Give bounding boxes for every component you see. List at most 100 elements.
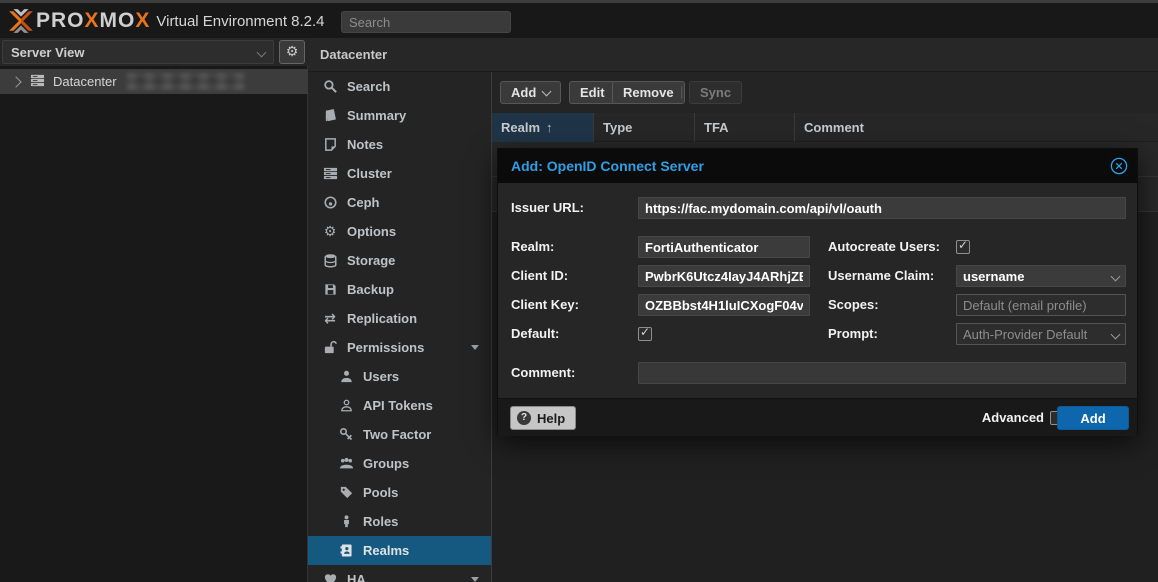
prompt-label: Prompt: [828,323,878,345]
remove-button[interactable]: Remove [612,81,685,104]
realms-table-header: Realm ↑ Type TFA Comment [492,113,1158,142]
replication-arrows-icon: ⇄ [322,311,338,327]
page-title: Datacenter [320,47,387,62]
dialog-title: Add: OpenID Connect Server [511,158,704,174]
scopes-input[interactable] [956,294,1126,316]
notes-icon [322,137,338,153]
autocreate-users-label: Autocreate Users: [828,236,940,258]
ceph-icon [322,195,338,211]
help-button[interactable]: Help [510,406,576,430]
expand-caret-icon[interactable] [471,577,479,582]
sidebar-item-notes[interactable]: Notes [308,130,491,159]
sidebar-item-cluster[interactable]: Cluster [308,159,491,188]
sidebar-item-backup[interactable]: Backup [308,275,491,304]
sidebar-item-api-tokens[interactable]: API Tokens [308,391,491,420]
sidebar-item-ceph[interactable]: Ceph [308,188,491,217]
key-icon [338,427,354,443]
column-header-type[interactable]: Type [594,113,695,142]
address-book-icon [338,543,354,559]
advanced-label: Advanced [982,410,1044,425]
sidebar-item-storage[interactable]: Storage [308,246,491,275]
sidebar-item-replication[interactable]: ⇄ Replication [308,304,491,333]
chevron-down-icon [257,47,267,57]
redacted-hostname [127,73,245,90]
dialog-add-button[interactable]: Add [1057,406,1129,430]
dialog-footer: Help Advanced Add [498,398,1137,436]
autocreate-users-checkbox[interactable] [956,240,970,254]
scopes-label: Scopes: [828,294,879,316]
content-header: Datacenter [308,38,1158,72]
view-selector-dropdown[interactable]: Server View [2,40,274,64]
sidebar-item-realms[interactable]: Realms [308,536,491,565]
sidebar-item-two-factor[interactable]: Two Factor [308,420,491,449]
tree-settings-button[interactable]: ⚙ [279,40,305,64]
summary-icon [322,108,338,124]
prompt-dropdown[interactable]: Auth-Provider Default [956,323,1126,345]
global-search-input[interactable] [341,11,511,33]
proxmox-logo: PROXMOX Virtual Environment 8.2.4 [8,8,325,34]
issuer-url-label: Issuer URL: [511,197,584,219]
heartbeat-icon [322,572,338,582]
proxmox-logo-icon [8,8,34,34]
search-icon [322,79,338,95]
chevron-down-icon [1111,329,1121,339]
column-header-tfa[interactable]: TFA [695,113,795,142]
edit-button[interactable]: Edit [569,81,616,104]
tree-item-datacenter[interactable]: Datacenter [0,69,308,94]
unlock-icon [322,340,338,356]
storage-icon [322,253,338,269]
comment-input[interactable] [638,362,1126,384]
tag-icon [338,485,354,501]
chevron-down-icon [1111,271,1121,281]
sidebar-item-permissions[interactable]: Permissions [308,333,491,362]
sidebar-item-options[interactable]: ⚙ Options [308,217,491,246]
sidebar-item-groups[interactable]: Groups [308,449,491,478]
client-id-input[interactable] [638,265,810,287]
version-label: Virtual Environment 8.2.4 [156,13,324,30]
client-key-label: Client Key: [511,294,579,316]
client-key-input[interactable] [638,294,810,316]
username-claim-dropdown[interactable]: username [956,265,1126,287]
close-icon[interactable] [1110,157,1128,175]
column-header-comment[interactable]: Comment [795,113,1158,142]
toolbar-separator: | [680,84,683,99]
chevron-down-icon [542,86,552,96]
sidebar-item-users[interactable]: Users [308,362,491,391]
dialog-header[interactable]: Add: OpenID Connect Server [498,149,1137,183]
top-bar: PROXMOX Virtual Environment 8.2.4 [0,3,1158,38]
sync-button[interactable]: Sync [689,81,742,104]
datacenter-icon [30,73,45,91]
datacenter-menu: Search Summary Notes Cluster Ceph ⚙ Opti… [308,72,492,582]
sort-ascending-icon: ↑ [546,120,553,135]
cluster-icon [322,166,338,182]
default-checkbox[interactable] [638,327,652,341]
realm-label: Realm: [511,236,554,258]
username-claim-label: Username Claim: [828,265,934,287]
view-selector-bar: Server View ⚙ [0,38,308,66]
add-openid-dialog: Add: OpenID Connect Server Issuer URL: R… [497,148,1138,435]
logo-wordmark: PROXMOX [36,9,150,33]
users-group-icon [338,456,354,472]
add-dropdown-button[interactable]: Add [500,81,561,104]
gear-icon: ⚙ [286,44,299,60]
question-icon [517,411,531,425]
chevron-right-icon[interactable] [10,76,21,87]
proxmox-app: PROXMOX Virtual Environment 8.2.4 Server… [0,0,1158,582]
realm-input[interactable] [638,236,810,258]
sidebar-item-search[interactable]: Search [308,72,491,101]
collapse-caret-icon[interactable] [471,345,479,350]
sidebar-item-ha[interactable]: HA [308,565,491,582]
backup-floppy-icon [322,282,338,298]
sidebar-item-summary[interactable]: Summary [308,101,491,130]
user-outline-icon [338,398,354,414]
comment-label: Comment: [511,362,575,384]
client-id-label: Client ID: [511,265,568,287]
sidebar-item-pools[interactable]: Pools [308,478,491,507]
sidebar-item-roles[interactable]: Roles [308,507,491,536]
resource-tree-panel: Server View ⚙ Datacenter [0,38,308,582]
column-header-realm[interactable]: Realm ↑ [492,113,594,142]
realms-toolbar: Add Edit Remove | Sync [492,72,1158,113]
user-icon [338,369,354,385]
default-label: Default: [511,323,559,345]
issuer-url-input[interactable] [638,197,1126,219]
